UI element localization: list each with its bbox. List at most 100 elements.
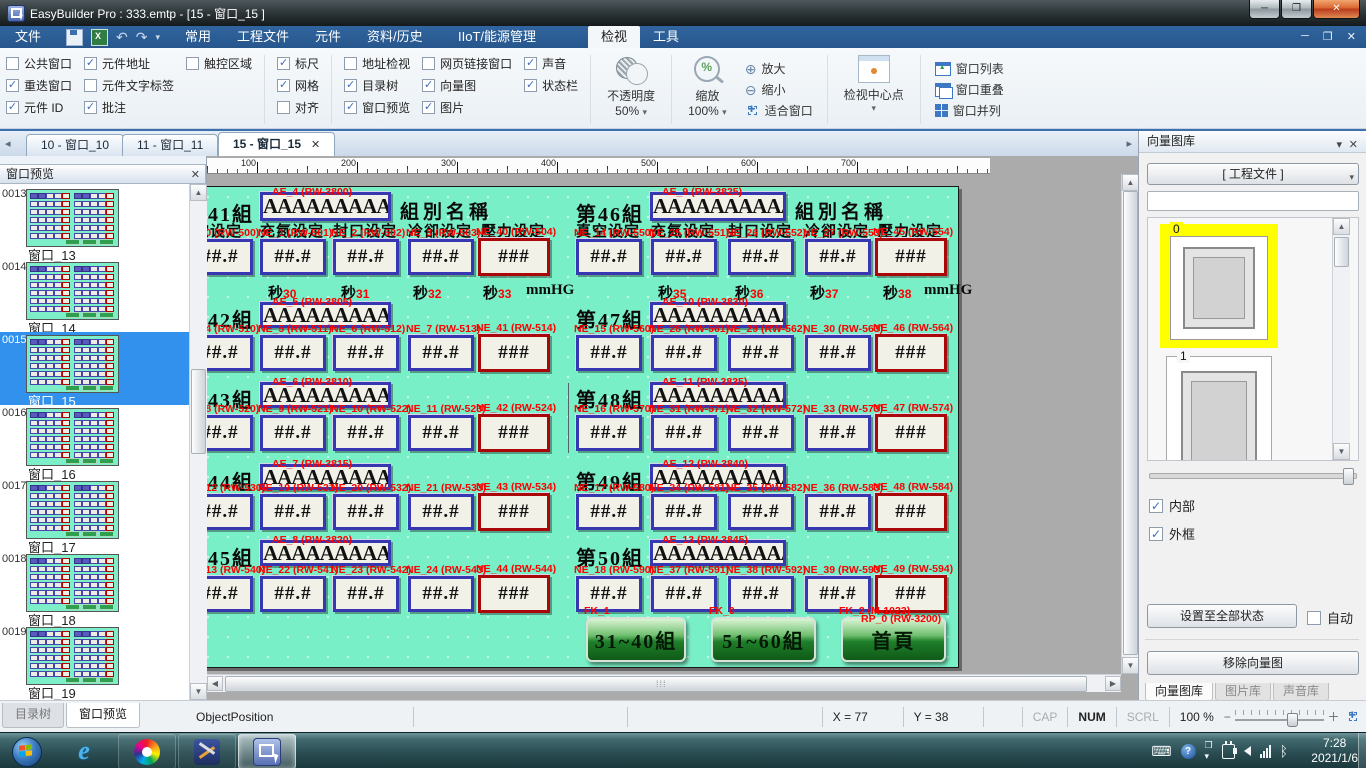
numeric-object[interactable]: ##.# (576, 494, 642, 530)
checkbox-icon[interactable]: ✓ (84, 57, 97, 70)
menu-tab-检视[interactable]: 检视 (588, 26, 640, 48)
inner-checkbox[interactable]: ✓内部 (1149, 496, 1195, 515)
panel-close-icon[interactable]: ✕ (1349, 135, 1358, 156)
numeric-object[interactable]: ##.# (333, 494, 399, 530)
preview-item-窗口_18[interactable]: 0018窗口_18 (0, 551, 189, 624)
network-icon[interactable] (1260, 745, 1271, 758)
library-tab-图片库[interactable]: 图片库 (1215, 683, 1271, 701)
numeric-object[interactable]: ##.# (576, 335, 642, 371)
numeric-object-red[interactable]: ### (478, 414, 550, 452)
numeric-object[interactable]: ##.# (728, 239, 794, 275)
numeric-object[interactable]: ##.# (408, 415, 474, 451)
scroll-right-icon[interactable]: ▶ (1105, 676, 1121, 691)
taskbar-ie-button[interactable]: e (62, 734, 106, 767)
view-option-批注[interactable]: ✓批注 (84, 100, 174, 114)
redo-icon[interactable]: ↷ (136, 30, 148, 45)
start-button[interactable] (12, 737, 42, 767)
zoom-dropdown-icon[interactable]: ▾ (722, 107, 727, 117)
panel-close-icon[interactable]: ✕ (191, 166, 200, 184)
view-option-网格[interactable]: ✓网格 (277, 78, 319, 92)
preview-scrollbar[interactable]: ▲ ▼ (189, 184, 207, 700)
preview-item-窗口_16[interactable]: 0016窗口_16 (0, 405, 189, 478)
preview-item-窗口_19[interactable]: 0019窗口_19 (0, 624, 189, 697)
zoom-out-button[interactable]: ⊖ 缩小 (745, 82, 813, 98)
opacity-dropdown-icon[interactable]: ▾ (643, 107, 648, 117)
numeric-object[interactable]: ##.# (333, 239, 399, 275)
scroll-down-icon[interactable]: ▼ (1122, 657, 1138, 674)
taskbar-utility-button[interactable] (178, 734, 236, 768)
numeric-object[interactable]: ##.# (333, 415, 399, 451)
view-option-公共窗口[interactable]: 公共窗口 (6, 56, 72, 70)
zoom-group[interactable]: 缩放 100% ▾ (678, 51, 737, 128)
numeric-object[interactable]: ##.# (333, 576, 399, 612)
panel-tab-目录树[interactable]: 目录树 (2, 703, 64, 728)
numeric-object-red[interactable]: ### (875, 414, 947, 452)
help-icon[interactable]: ? (1181, 744, 1196, 759)
numeric-object[interactable]: ##.# (651, 239, 717, 275)
fit-screen-icon[interactable] (1346, 709, 1360, 724)
taskbar-easybuilder-button[interactable] (238, 734, 296, 768)
canvas-viewport[interactable]: 第41組AAAAAAAAAAAE_4 (RW-3800)組別名稱真空设定充氮设定… (207, 174, 1121, 674)
library-source-dropdown[interactable]: [ 工程文件 ] ▾ (1147, 163, 1359, 185)
menu-tab-元件[interactable]: 元件 (302, 26, 354, 48)
numeric-object[interactable]: ##.# (651, 335, 717, 371)
numeric-object-red[interactable]: ### (875, 334, 947, 372)
document-tab-11 - 窗口_11[interactable]: 11 - 窗口_11 (122, 134, 218, 156)
checkbox-icon[interactable]: ✓ (84, 101, 97, 114)
scroll-left-icon[interactable]: ◀ (207, 676, 223, 691)
canvas-hscrollbar[interactable]: ◀ ⁞⁞⁞ ▶ (207, 674, 1121, 692)
numeric-object[interactable]: ##.# (805, 494, 871, 530)
numeric-object[interactable]: ##.# (728, 335, 794, 371)
window-thumbnail[interactable] (26, 627, 119, 685)
numeric-object-red[interactable]: ### (478, 493, 550, 531)
document-tab-10 - 窗口_10[interactable]: 10 - 窗口_10 (26, 134, 124, 156)
numeric-object[interactable]: ##.# (260, 239, 326, 275)
checkbox-icon[interactable]: ✓ (6, 79, 19, 92)
numeric-object[interactable]: ##.# (805, 335, 871, 371)
checkbox-icon[interactable]: ✓ (344, 101, 357, 114)
checkbox-icon[interactable]: ✓ (344, 79, 357, 92)
checkbox-icon[interactable]: ✓ (277, 79, 290, 92)
checkbox-icon[interactable] (6, 57, 19, 70)
status-zoom-slider[interactable] (1235, 710, 1324, 724)
preview-item-窗口_17[interactable]: 0017窗口_17 (0, 478, 189, 551)
numeric-object[interactable]: ##.# (651, 494, 717, 530)
menu-tab-工程文件[interactable]: 工程文件 (224, 26, 302, 48)
tab-scroll-left-icon[interactable]: ◂ (5, 137, 11, 150)
view-option-状态栏[interactable]: ✓状态栏 (524, 78, 578, 92)
window-list-button[interactable]: 窗口列表 (935, 61, 1004, 77)
window-thumbnail[interactable] (26, 262, 119, 320)
zoom-plus-icon[interactable]: ＋ (1328, 708, 1340, 725)
menu-tab-IIoT/能源管理[interactable]: IIoT/能源管理 (445, 26, 549, 48)
numeric-object[interactable]: ##.# (651, 415, 717, 451)
show-desktop-button[interactable] (1358, 733, 1366, 768)
scroll-down-icon[interactable]: ▼ (190, 683, 207, 700)
window-thumbnail[interactable] (26, 335, 119, 393)
document-tab-15 - 窗口_15[interactable]: 15 - 窗口_15✕ (218, 132, 335, 156)
mdi-minimize-icon[interactable]: ─ (1301, 30, 1309, 43)
numeric-object[interactable]: ##.# (408, 576, 474, 612)
window-thumbnail[interactable] (26, 554, 119, 612)
view-option-窗口预览[interactable]: ✓窗口预览 (344, 100, 410, 114)
checkbox-icon[interactable] (186, 57, 199, 70)
menu-file[interactable]: 文件 (2, 26, 54, 48)
view-option-声音[interactable]: ✓声音 (524, 56, 578, 70)
remove-vector-button[interactable]: 移除向量图 (1147, 651, 1359, 675)
mdi-close-icon[interactable]: ✕ (1347, 30, 1356, 43)
minimize-button[interactable]: ─ (1249, 0, 1280, 19)
show-hidden-icons[interactable]: ❒▾ (1205, 740, 1213, 762)
panel-tab-窗口预览[interactable]: 窗口预览 (66, 703, 140, 728)
keyboard-icon[interactable]: ⌨ (1151, 743, 1171, 759)
scroll-up-icon[interactable]: ▲ (1333, 218, 1350, 235)
apply-all-states-button[interactable]: 设置至全部状态 (1147, 604, 1297, 628)
numeric-object[interactable]: ##.# (728, 576, 794, 612)
numeric-object[interactable]: ##.# (805, 239, 871, 275)
numeric-object-red[interactable]: ### (875, 493, 947, 531)
numeric-object[interactable]: ##.# (805, 415, 871, 451)
save-icon[interactable] (66, 29, 83, 46)
scroll-up-icon[interactable]: ▲ (1122, 174, 1138, 191)
numeric-object[interactable]: ##.# (408, 335, 474, 371)
tab-scroll-right-icon[interactable]: ▸ (1126, 137, 1132, 150)
zoom-in-button[interactable]: ⊕ 放大 (745, 61, 813, 77)
fit-window-button[interactable]: 适合窗口 (745, 103, 813, 119)
